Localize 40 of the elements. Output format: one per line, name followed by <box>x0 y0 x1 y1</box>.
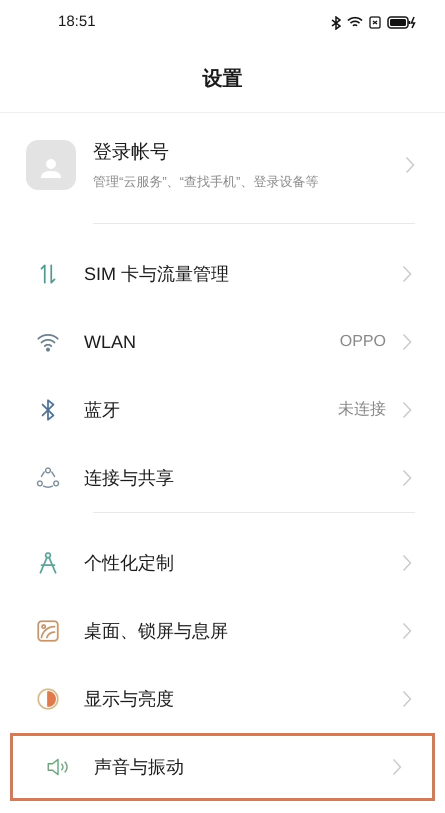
chevron-right-icon <box>402 469 412 487</box>
chevron-right-icon <box>402 690 412 708</box>
account-row[interactable]: 登录帐号 管理“云服务”、“查找手机”、登录设备等 <box>0 113 445 223</box>
settings-item[interactable]: WLAN OPPO <box>0 308 445 376</box>
settings-item[interactable]: SIM 卡与流量管理 <box>0 240 445 308</box>
chevron-right-icon <box>405 156 415 174</box>
settings-item[interactable]: 连接与共享 <box>0 444 445 512</box>
item-label: 桌面、锁屏与息屏 <box>84 620 229 642</box>
chevron-right-icon <box>402 333 412 351</box>
item-label: 显示与亮度 <box>84 688 175 710</box>
chevron-right-icon <box>392 758 402 776</box>
item-label: 声音与振动 <box>94 756 185 778</box>
settings-item[interactable]: 桌面、锁屏与息屏 <box>0 597 445 665</box>
share-icon <box>35 465 61 491</box>
settings-item[interactable]: 显示与亮度 <box>0 665 445 733</box>
wallpaper-icon <box>35 618 61 644</box>
wifi-icon <box>347 16 363 29</box>
item-value: OPPO <box>340 332 386 352</box>
page-title: 设置 <box>202 66 242 92</box>
settings-item[interactable]: 声音与振动 <box>10 733 435 801</box>
chevron-right-icon <box>402 622 412 640</box>
chevron-right-icon <box>402 265 412 283</box>
chevron-right-icon <box>402 554 412 572</box>
battery-charging-icon <box>387 16 417 29</box>
settings-item[interactable]: 个性化定制 <box>0 529 445 597</box>
avatar-placeholder-icon <box>26 140 76 190</box>
account-title: 登录帐号 <box>93 141 170 165</box>
settings-item[interactable]: 蓝牙 未连接 <box>0 376 445 444</box>
account-subtitle: 管理“云服务”、“查找手机”、登录设备等 <box>93 172 320 190</box>
item-label: 蓝牙 <box>84 398 121 422</box>
no-sim-icon <box>369 16 381 29</box>
item-label: 个性化定制 <box>84 552 175 574</box>
item-label: 连接与共享 <box>84 466 175 490</box>
bluetooth-icon <box>331 16 341 30</box>
item-label: WLAN <box>84 330 138 354</box>
status-time: 18:51 <box>58 12 96 32</box>
brightness-icon <box>35 686 61 712</box>
item-value: 未连接 <box>338 400 386 420</box>
chevron-right-icon <box>402 401 412 419</box>
item-label: SIM 卡与流量管理 <box>84 262 230 286</box>
